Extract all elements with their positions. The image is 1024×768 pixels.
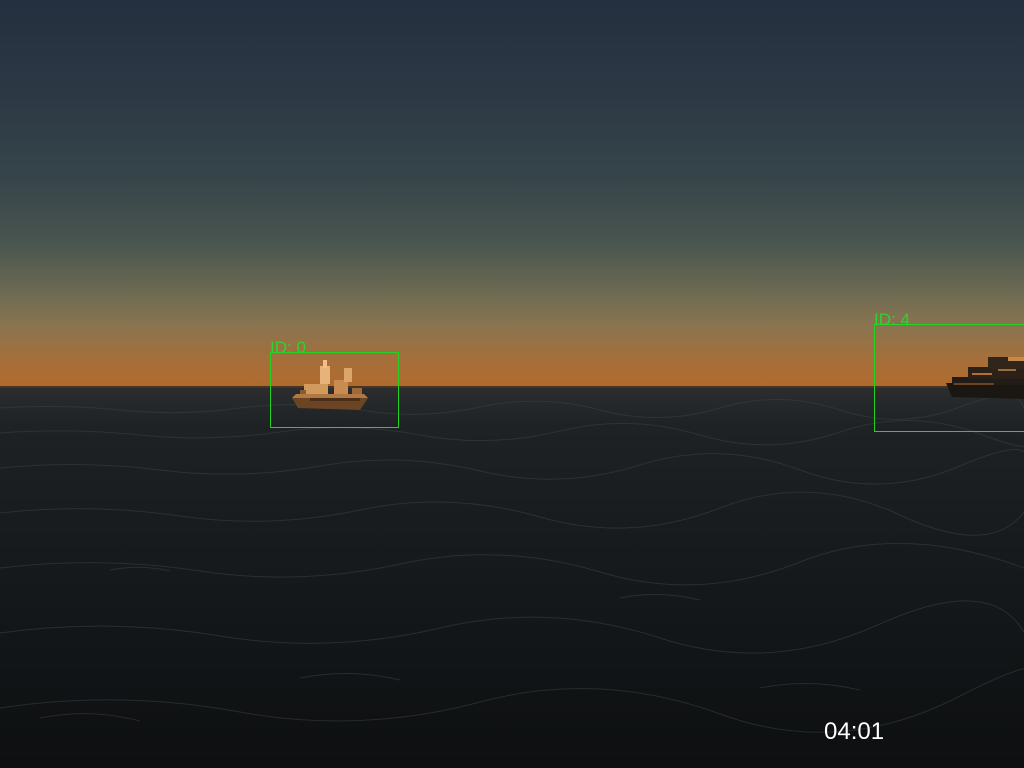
sea-waves xyxy=(0,395,1024,733)
horizon-line xyxy=(0,386,1024,388)
detection-box-4 xyxy=(874,324,1024,432)
elapsed-timer: 04:01 xyxy=(824,718,885,745)
simulation-viewport: ID: 0 ID: 4 04:01 xyxy=(0,0,1024,768)
detection-label-0: ID: 0 xyxy=(270,338,306,357)
sea xyxy=(0,388,1024,768)
detection-box-0 xyxy=(270,352,399,428)
detection-label-4: ID: 4 xyxy=(874,310,910,329)
sky xyxy=(0,0,1024,388)
